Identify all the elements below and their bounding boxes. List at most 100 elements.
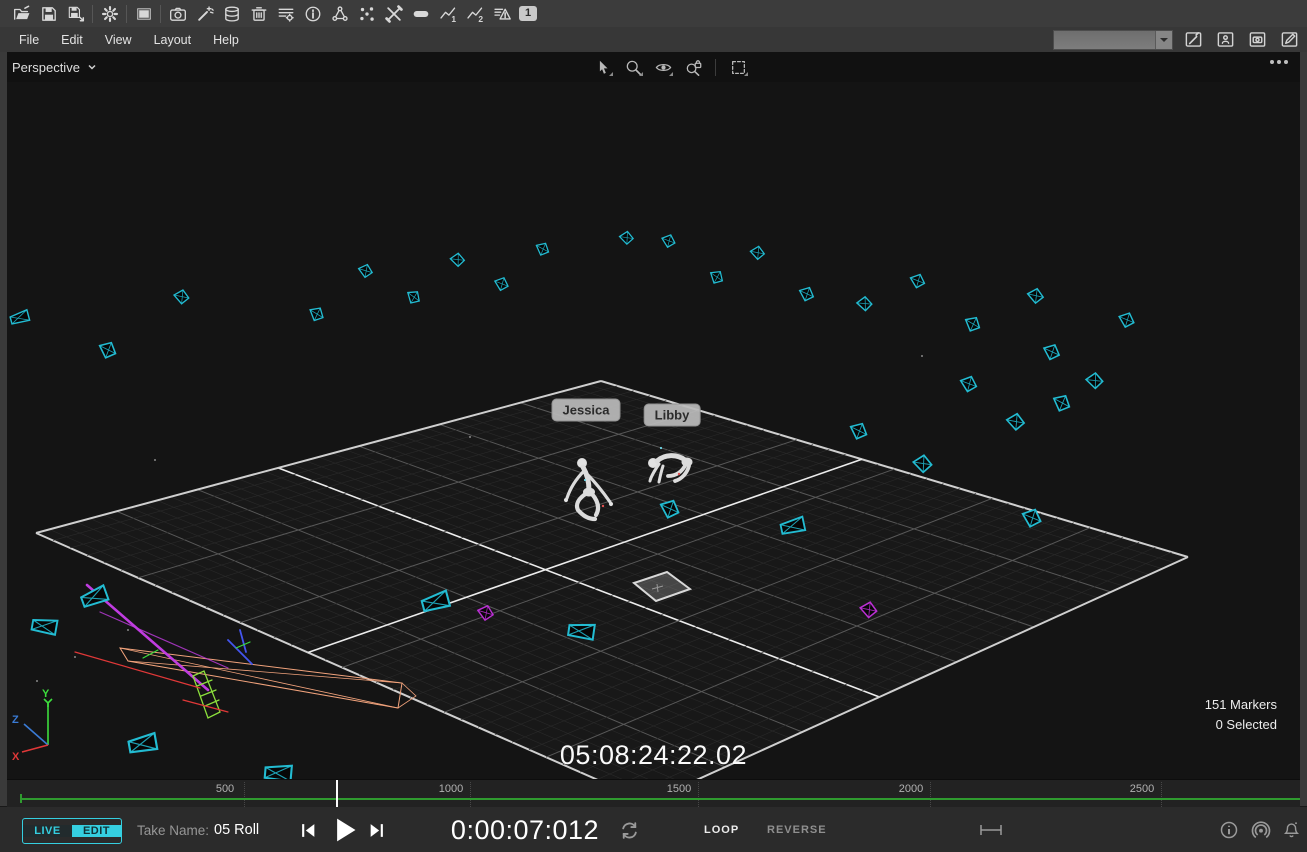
loop-refresh-icon[interactable] <box>619 807 640 852</box>
wand-icon[interactable] <box>191 2 218 26</box>
list-settings-icon[interactable] <box>272 2 299 26</box>
camera-marker[interactable] <box>1085 372 1104 390</box>
save-file-icon[interactable] <box>35 2 62 26</box>
skeleton-name-badge[interactable]: Libby <box>644 404 701 427</box>
camera-marker[interactable] <box>963 315 981 333</box>
session-select[interactable] <box>1053 30 1173 50</box>
loop-button[interactable]: LOOP <box>704 807 739 852</box>
graph-1-icon[interactable]: 1 <box>434 2 461 26</box>
camera-marker[interactable] <box>708 269 725 285</box>
3d-viewport[interactable]: YZX JessicaLibby 05:08:24:22.02 151 Mark… <box>7 52 1300 779</box>
camera-icon[interactable] <box>164 2 191 26</box>
info-circle-icon[interactable] <box>299 2 326 26</box>
menu-help[interactable]: Help <box>202 30 250 50</box>
edit-pane-icon[interactable] <box>1279 30 1299 50</box>
left-rail <box>0 52 7 806</box>
range-icon <box>979 807 1003 852</box>
chevron-down-icon[interactable] <box>1155 31 1172 49</box>
graph-2-icon[interactable]: 2 <box>461 2 488 26</box>
camera-marker[interactable] <box>661 234 675 247</box>
live-mode-button[interactable]: LIVE <box>23 825 72 837</box>
timeline-playhead[interactable] <box>336 780 338 807</box>
settings-gear-icon[interactable] <box>96 2 123 26</box>
info-icon[interactable] <box>1219 807 1239 852</box>
camera-marker[interactable] <box>960 376 977 392</box>
timeline-ruler[interactable]: 5001000150020002500 <box>7 779 1300 807</box>
transport-bar: LIVE EDIT Take Name: 05 Roll 0:00:07:012… <box>0 806 1307 852</box>
save-as-icon[interactable] <box>62 2 89 26</box>
main-toolbar: 121 <box>0 0 1307 27</box>
camera-marker[interactable] <box>359 265 373 278</box>
current-time-display: 0:00:07:012 <box>430 807 620 852</box>
camera-marker[interactable] <box>405 289 422 306</box>
axis-y-label: Y <box>42 688 50 700</box>
select-cursor-icon[interactable] <box>590 55 616 79</box>
viewport-stage: Perspective YZX JessicaLibby 05:08:24:22… <box>0 52 1307 806</box>
marquee-select-icon[interactable] <box>725 55 751 79</box>
data-stack-icon[interactable] <box>218 2 245 26</box>
skip-to-end-button[interactable] <box>367 807 386 852</box>
asset-nodes-icon[interactable] <box>326 2 353 26</box>
camera-marker[interactable] <box>1118 312 1135 328</box>
streaming-icon[interactable] <box>1250 807 1272 852</box>
camera-marker[interactable] <box>9 310 29 325</box>
play-button[interactable] <box>331 807 359 852</box>
edit-mode-button[interactable]: EDIT <box>72 825 121 837</box>
timeline-grid-line <box>244 782 245 807</box>
camera-marker[interactable] <box>535 242 551 257</box>
camera-marker[interactable] <box>1052 394 1072 413</box>
skip-to-start-button[interactable] <box>299 807 318 852</box>
camera-marker[interactable] <box>494 277 509 291</box>
open-folder-icon[interactable] <box>8 2 35 26</box>
tools-icon[interactable] <box>380 2 407 26</box>
reverse-button[interactable]: REVERSE <box>767 807 827 852</box>
label-tag-icon[interactable] <box>407 2 434 26</box>
camera-marker[interactable] <box>98 341 118 360</box>
timeline-frame-label: 2500 <box>1130 783 1154 795</box>
edit-wand-pane-icon[interactable] <box>1183 30 1203 50</box>
camera-marker[interactable] <box>619 231 634 245</box>
camera-marker[interactable] <box>31 616 57 634</box>
camera-marker[interactable] <box>1027 288 1043 303</box>
timeline-frame-label: 1500 <box>667 783 691 795</box>
camera-pane-icon[interactable] <box>1247 30 1267 50</box>
chevron-down-icon <box>87 62 97 72</box>
layout-pane-icon[interactable] <box>130 2 157 26</box>
assets-pane-icon[interactable] <box>1215 30 1235 50</box>
viewport-tool-separator <box>715 59 716 76</box>
camera-marker[interactable] <box>798 286 814 301</box>
marker-scatter-icon[interactable] <box>353 2 380 26</box>
camera-marker[interactable] <box>1006 413 1025 431</box>
menu-layout[interactable]: Layout <box>143 30 203 50</box>
skeleton-name-badge[interactable]: Jessica <box>552 399 621 422</box>
camera-marker[interactable] <box>80 585 109 608</box>
camera-marker[interactable] <box>450 252 466 267</box>
notification-count-badge[interactable]: 1 <box>519 6 537 21</box>
menus: FileEditViewLayoutHelp <box>8 30 250 50</box>
camera-marker[interactable] <box>849 422 869 441</box>
visibility-eye-icon[interactable] <box>650 55 676 79</box>
camera-marker[interactable] <box>1042 343 1060 360</box>
timeline-grid-line <box>698 782 699 807</box>
camera-marker[interactable] <box>308 306 325 323</box>
trash-icon[interactable] <box>245 2 272 26</box>
camera-marker[interactable] <box>910 274 926 289</box>
camera-marker[interactable] <box>750 246 765 260</box>
view-selector-label: Perspective <box>12 60 80 75</box>
graph-warning-icon[interactable] <box>488 2 515 26</box>
camera-marker[interactable] <box>913 454 933 473</box>
menu-edit[interactable]: Edit <box>50 30 94 50</box>
menu-view[interactable]: View <box>94 30 143 50</box>
camera-marker[interactable] <box>174 290 190 305</box>
viewport-overflow-menu[interactable] <box>1270 60 1288 64</box>
working-range-cap <box>20 794 22 803</box>
zoom-magnifier-icon[interactable] <box>620 55 646 79</box>
menu-bar: FileEditViewLayoutHelp <box>0 27 1307 52</box>
camera-marker[interactable] <box>856 296 873 312</box>
panel-toggle-icons <box>1183 30 1299 50</box>
take-name-value[interactable]: 05 Roll <box>214 807 259 852</box>
menu-file[interactable]: File <box>8 30 50 50</box>
view-selector[interactable]: Perspective <box>7 60 97 75</box>
follow-lock-icon[interactable] <box>680 55 706 79</box>
notifications-bell-icon[interactable] <box>1282 807 1301 852</box>
